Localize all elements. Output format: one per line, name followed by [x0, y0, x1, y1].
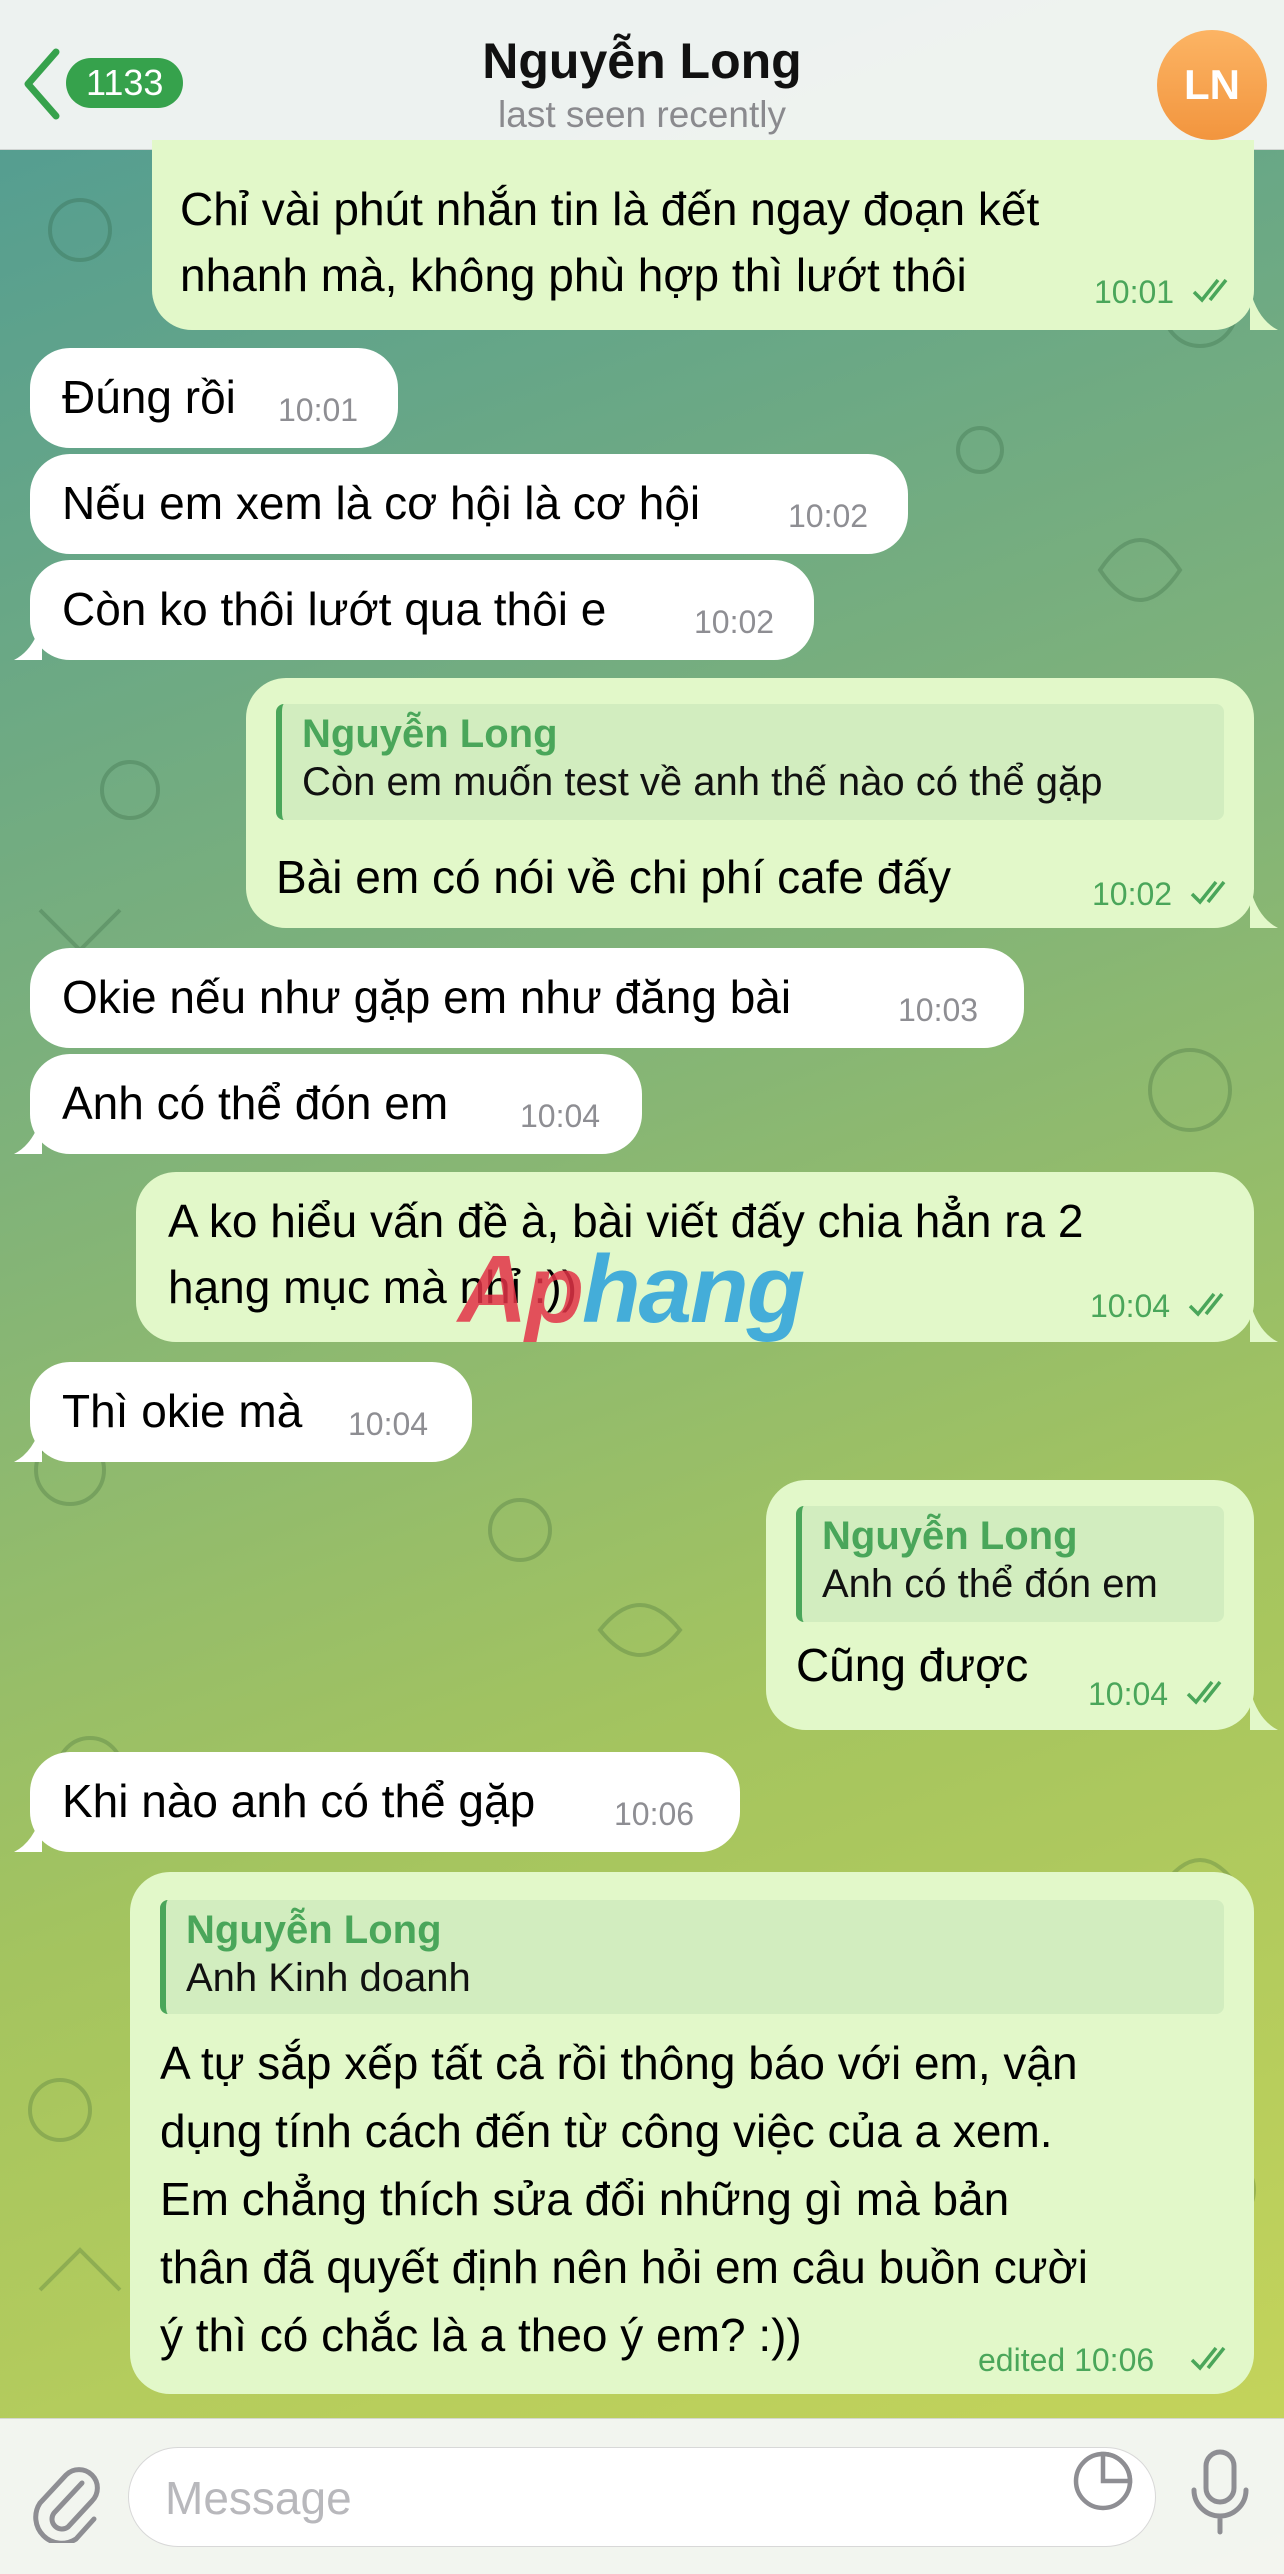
- message-text: Nếu em xem là cơ hội là cơ hội: [62, 477, 701, 529]
- message-bubble-outgoing[interactable]: Nguyễn Long Còn em muốn test về anh thế …: [246, 678, 1254, 928]
- message-bubble-incoming[interactable]: Khi nào anh có thể gặp 10:06: [30, 1752, 740, 1852]
- bubble-tail: [1250, 1302, 1278, 1342]
- message-time: 10:04: [348, 1406, 429, 1442]
- message-time: 10:01: [278, 392, 359, 428]
- chat-title[interactable]: Nguyễn Long: [0, 32, 1284, 90]
- message-text: Em chẳng thích sửa đổi những gì mà bản: [160, 2173, 1010, 2225]
- message-bubble-incoming[interactable]: Thì okie mà 10:04: [30, 1362, 472, 1462]
- bubble-tail: [14, 1422, 42, 1462]
- bubble-tail: [14, 1114, 42, 1154]
- message-time: 10:01: [1094, 274, 1175, 310]
- message-bubble-outgoing[interactable]: Nguyễn Long Anh Kinh doanh A tự sắp xếp …: [130, 1872, 1254, 2394]
- message-time: 10:04: [1090, 1288, 1171, 1324]
- reply-sender-name: Nguyễn Long: [302, 712, 558, 756]
- last-seen-status: last seen recently: [498, 94, 786, 135]
- reply-quote-text: Còn em muốn test về anh thế nào có thể g…: [302, 760, 1103, 804]
- message-time: 10:04: [520, 1098, 601, 1134]
- message-bubble-incoming[interactable]: Anh có thể đón em 10:04: [30, 1054, 642, 1154]
- message-text: Anh có thể đón em: [62, 1077, 449, 1129]
- message-bubble-incoming[interactable]: Còn ko thôi lướt qua thôi e 10:02: [30, 560, 814, 660]
- bubble-tail: [1250, 290, 1278, 330]
- reply-quote-text: Anh có thể đón em: [822, 1562, 1158, 1606]
- bubble-tail: [14, 620, 42, 660]
- reply-sender-name: Nguyễn Long: [822, 1514, 1078, 1558]
- message-text: Okie nếu như gặp em như đăng bài: [62, 971, 792, 1023]
- bubble-tail: [14, 1812, 42, 1852]
- reply-quote[interactable]: Nguyễn Long Anh Kinh doanh: [160, 1900, 1224, 2014]
- watermark-logo: Aphang: [458, 1236, 805, 1343]
- message-text: Còn ko thôi lướt qua thôi e: [62, 583, 607, 635]
- reply-sender-name: Nguyễn Long: [186, 1908, 442, 1952]
- bubble-tail: [1250, 888, 1278, 928]
- reply-quote[interactable]: Nguyễn Long Anh có thể đón em: [796, 1506, 1224, 1622]
- message-time: 10:02: [1092, 876, 1173, 912]
- message-text: Cũng được: [796, 1639, 1029, 1691]
- message-text: nhanh mà, không phù hợp thì lướt thôi: [180, 249, 967, 301]
- double-check-icon: [1188, 1292, 1224, 1317]
- message-input-field[interactable]: [128, 2447, 1156, 2547]
- message-text: Chỉ vài phút nhắn tin là đến ngay đoạn k…: [180, 183, 1040, 235]
- message-text: Thì okie mà: [62, 1385, 303, 1437]
- double-check-icon: [1192, 278, 1228, 303]
- message-time: 10:02: [694, 604, 775, 640]
- message-time: 10:06: [614, 1796, 695, 1832]
- bubble-tail: [1250, 1690, 1278, 1730]
- message-time: 10:03: [898, 992, 979, 1028]
- sticker-icon[interactable]: [1072, 2450, 1134, 2512]
- message-text: ý thì có chắc là a theo ý em? :)): [160, 2309, 802, 2361]
- message-text: Đúng rồi: [62, 371, 236, 423]
- avatar[interactable]: LN: [1157, 30, 1267, 140]
- microphone-icon[interactable]: [1186, 2446, 1254, 2538]
- message-bubble-incoming[interactable]: Nếu em xem là cơ hội là cơ hội 10:02: [30, 454, 908, 554]
- double-check-icon: [1190, 2346, 1226, 2371]
- reply-quote[interactable]: Nguyễn Long Còn em muốn test về anh thế …: [276, 704, 1224, 820]
- double-check-icon: [1186, 1680, 1222, 1705]
- message-bubble-outgoing[interactable]: Nguyễn Long Anh có thể đón em Cũng được …: [766, 1480, 1254, 1730]
- message-text: thân đã quyết định nên hỏi em câu buồn c…: [160, 2241, 1088, 2293]
- message-time: edited 10:06: [978, 2342, 1155, 2378]
- message-text: dụng tính cách đến từ công việc của a xe…: [160, 2105, 1053, 2157]
- message-text: Khi nào anh có thể gặp: [62, 1775, 536, 1827]
- reply-quote-text: Anh Kinh doanh: [186, 1956, 471, 2000]
- paperclip-icon[interactable]: [30, 2453, 100, 2543]
- message-time: 10:04: [1088, 1676, 1169, 1712]
- double-check-icon: [1190, 880, 1226, 905]
- message-text: Bài em có nói về chi phí cafe đấy: [276, 851, 952, 903]
- message-time: 10:02: [788, 498, 869, 534]
- chat-header: 1133 Nguyễn Long last seen recently LN: [0, 0, 1284, 150]
- message-bubble-outgoing[interactable]: Chỉ vài phút nhắn tin là đến ngay đoạn k…: [152, 140, 1254, 330]
- message-input[interactable]: [165, 2468, 1065, 2528]
- message-bubble-incoming[interactable]: Okie nếu như gặp em như đăng bài 10:03: [30, 948, 1024, 1048]
- message-text: A tự sắp xếp tất cả rồi thông báo với em…: [160, 2037, 1078, 2089]
- message-bubble-incoming[interactable]: Đúng rồi 10:01: [30, 348, 398, 448]
